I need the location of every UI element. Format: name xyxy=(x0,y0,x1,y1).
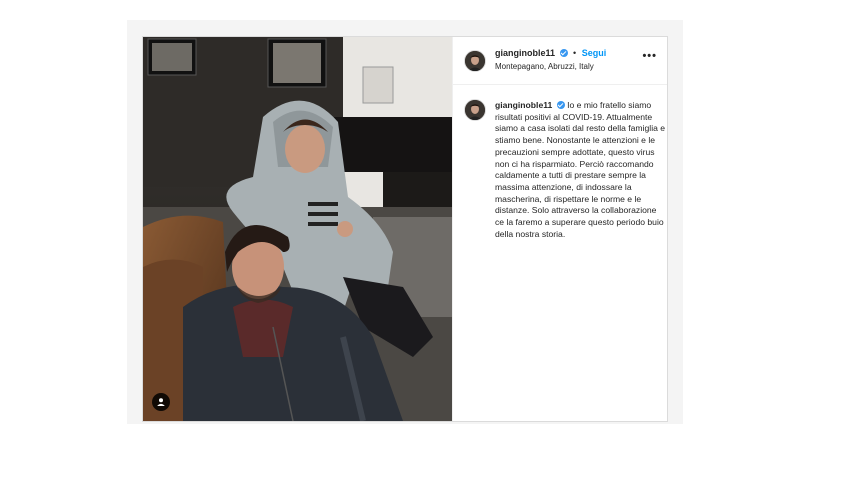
post-photo[interactable] xyxy=(143,37,452,421)
separator-dot: • xyxy=(573,48,577,58)
caption-avatar[interactable] xyxy=(464,99,486,121)
location-link[interactable]: Montepagano, Abruzzi, Italy xyxy=(495,62,594,71)
avatar[interactable] xyxy=(464,50,486,72)
verified-badge-icon xyxy=(556,101,565,109)
post-sidebar: gianginoble11 • Segui Montepagano, Abruz… xyxy=(452,37,667,421)
user-tag-icon[interactable] xyxy=(152,393,170,411)
caption-text: Io e mio fratello siamo risultati positi… xyxy=(495,100,666,239)
caption-username[interactable]: gianginoble11 xyxy=(495,100,552,110)
selfie-photo-illustration xyxy=(143,37,452,421)
more-options-icon[interactable]: ••• xyxy=(642,50,657,62)
header-user-line: gianginoble11 • Segui xyxy=(495,48,606,58)
post-caption: gianginoble11 Io e mio fratello siamo ri… xyxy=(495,100,667,240)
instagram-post: gianginoble11 • Segui Montepagano, Abruz… xyxy=(142,36,668,422)
username-link[interactable]: gianginoble11 xyxy=(495,48,555,58)
verified-badge-icon xyxy=(559,49,568,57)
follow-button[interactable]: Segui xyxy=(582,48,607,58)
post-header: gianginoble11 • Segui Montepagano, Abruz… xyxy=(453,37,667,85)
